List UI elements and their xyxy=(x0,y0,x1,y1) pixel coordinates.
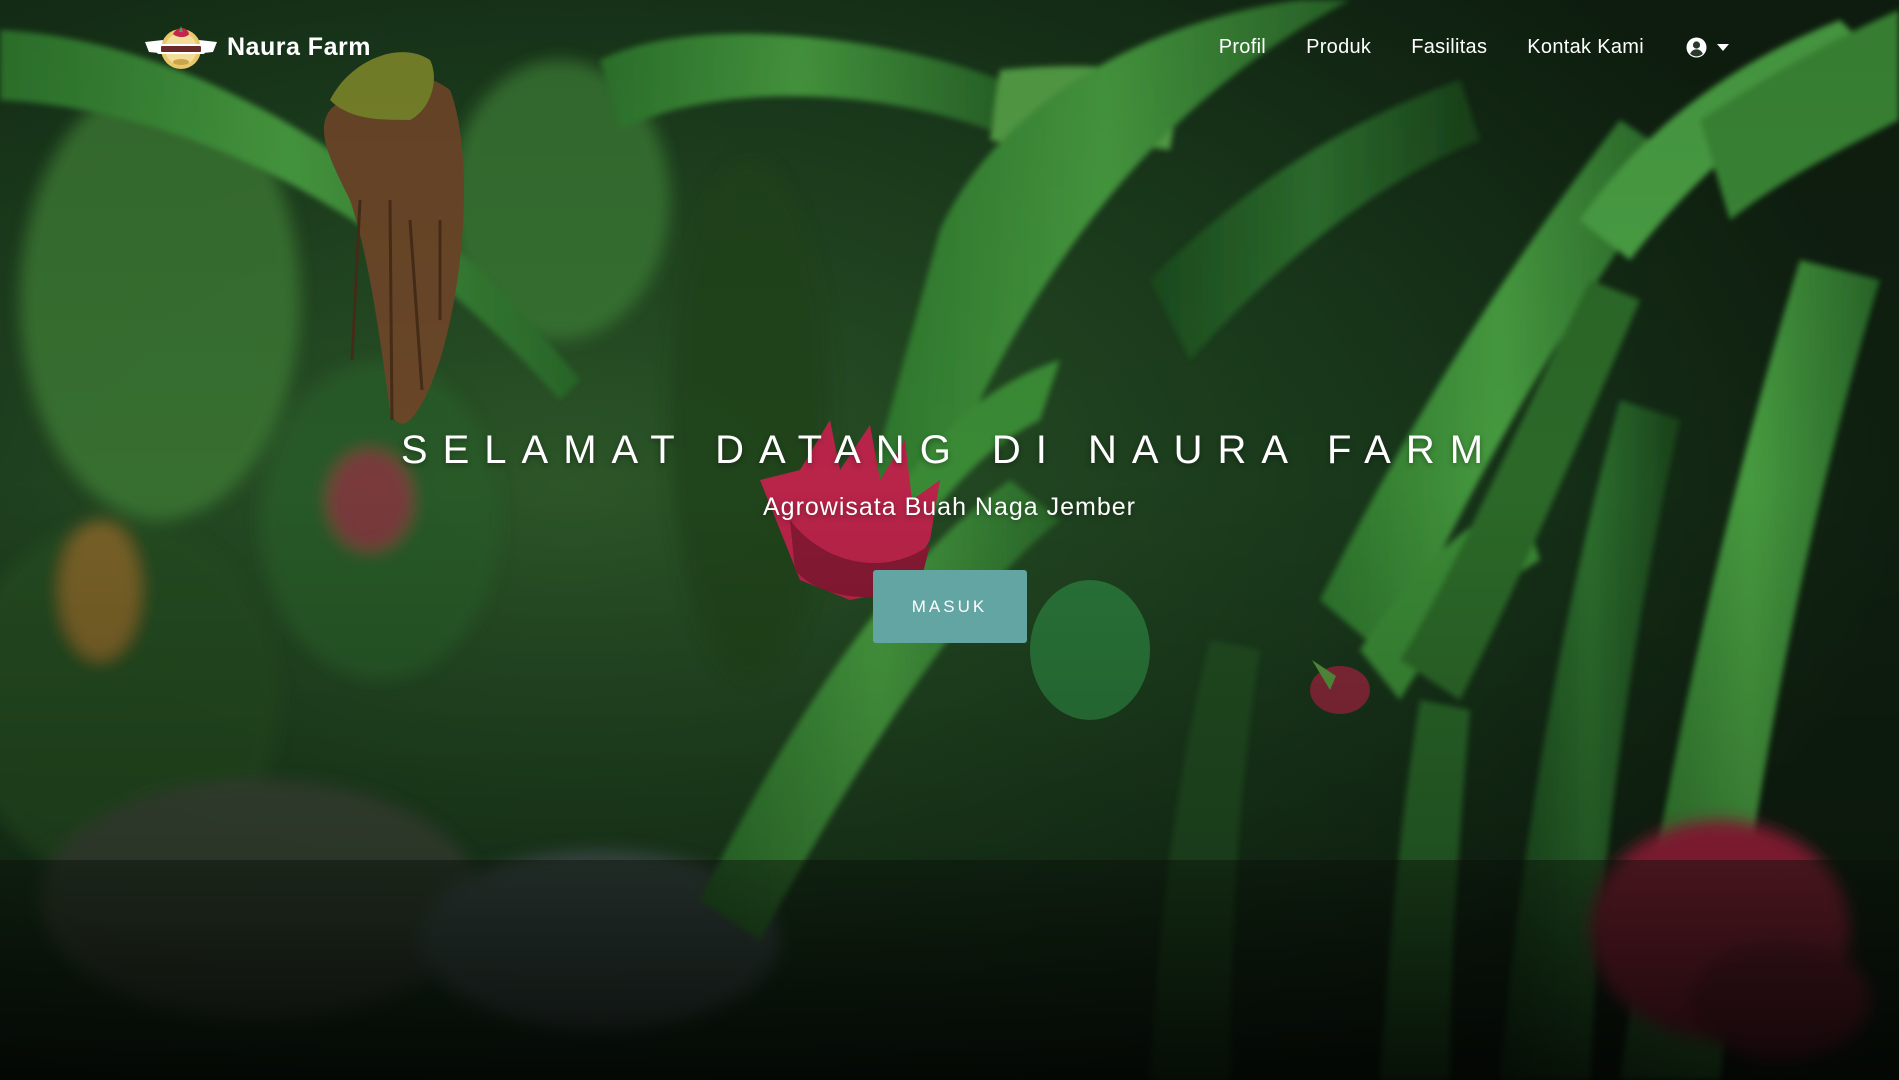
nav-item-produk[interactable]: Produk xyxy=(1286,30,1391,65)
user-circle-icon xyxy=(1686,37,1707,58)
naura-farm-logo xyxy=(145,26,217,69)
hero-content: SELAMAT DATANG DI NAURA FARM Agrowisata … xyxy=(0,428,1899,643)
masuk-button[interactable]: MASUK xyxy=(872,570,1027,643)
hero-subtitle: Agrowisata Buah Naga Jember xyxy=(762,493,1137,521)
top-navbar: Naura Farm Profil Produk Fasilitas Konta… xyxy=(0,0,1899,96)
nav-item-fasilitas[interactable]: Fasilitas xyxy=(1391,30,1507,65)
caret-down-icon xyxy=(1717,43,1729,51)
hero-section: Naura Farm Profil Produk Fasilitas Konta… xyxy=(0,0,1899,1080)
brand-name: Naura Farm xyxy=(227,32,371,61)
nav-item-profil[interactable]: Profil xyxy=(1199,30,1286,65)
nav-item-kontak-kami[interactable]: Kontak Kami xyxy=(1507,30,1664,65)
user-dropdown-toggle[interactable] xyxy=(1664,31,1729,64)
hero-title: SELAMAT DATANG DI NAURA FARM xyxy=(400,428,1499,472)
nav-menu: Profil Produk Fasilitas Kontak Kami xyxy=(1199,30,1729,65)
brand-link[interactable]: Naura Farm xyxy=(143,22,371,72)
